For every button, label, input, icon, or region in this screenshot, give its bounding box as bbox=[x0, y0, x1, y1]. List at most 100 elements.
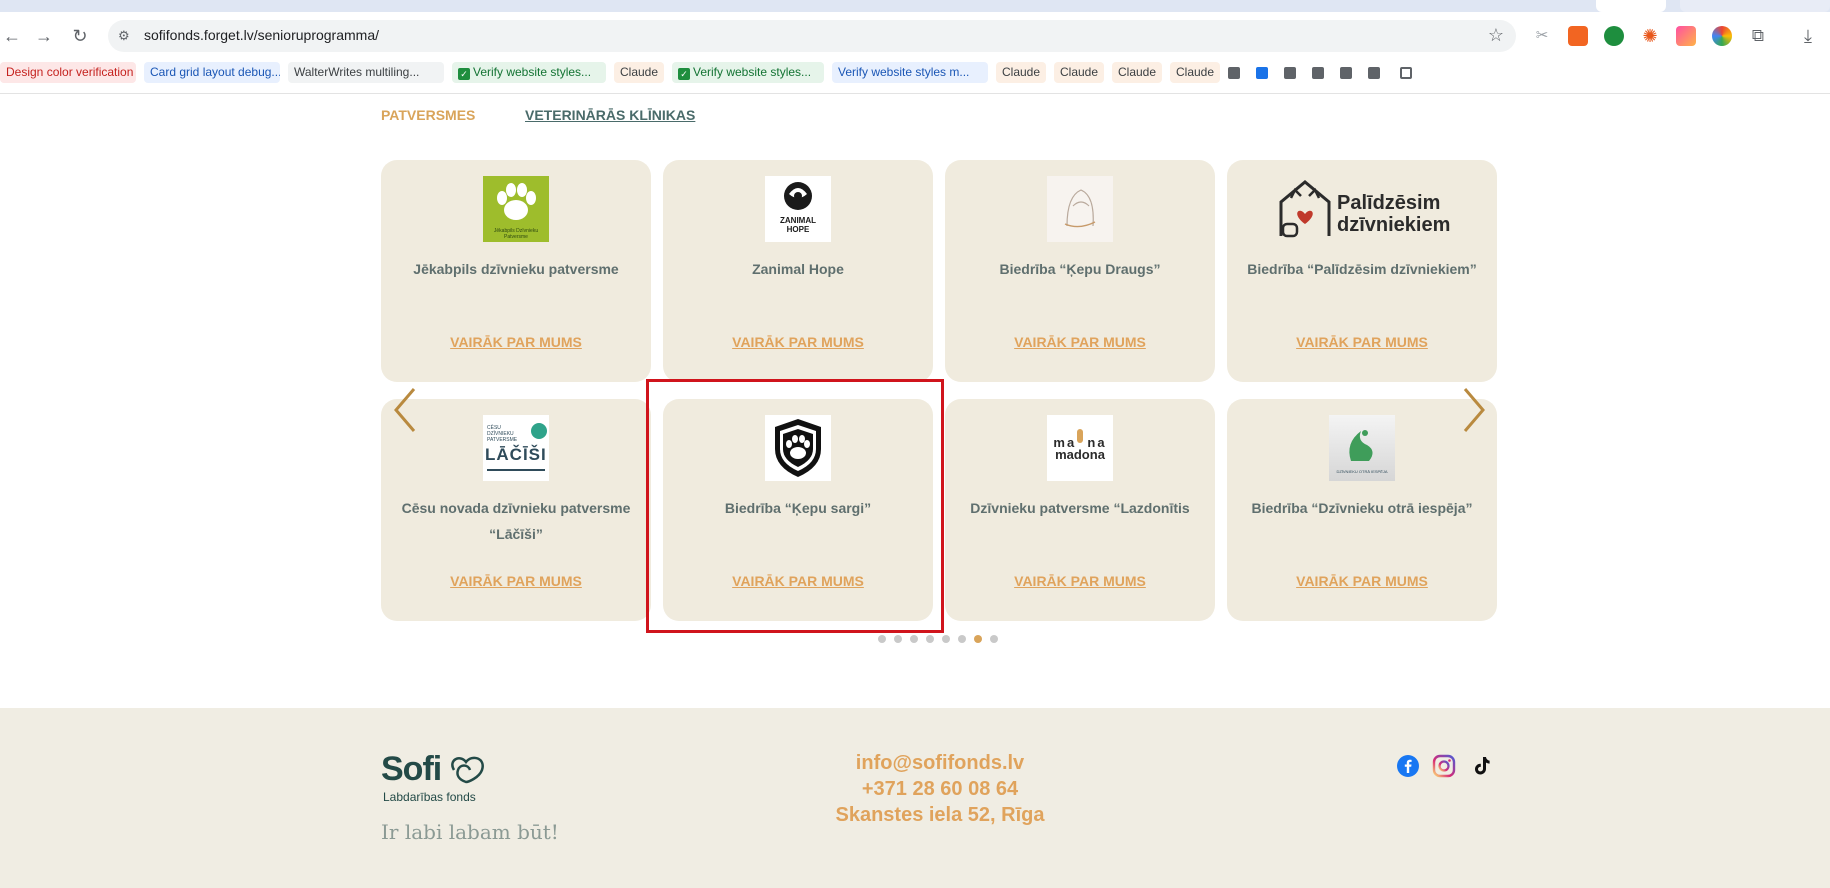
shelter-card: ZANIMAL HOPE Zanimal Hope VAIRĀK PAR MUM… bbox=[663, 160, 933, 382]
lacisi-underline bbox=[487, 469, 545, 471]
bookmark-item[interactable]: Claude bbox=[996, 62, 1046, 83]
facebook-icon[interactable] bbox=[1396, 754, 1420, 778]
apps-grid-icon[interactable] bbox=[1400, 67, 1412, 79]
extension-green-icon[interactable] bbox=[1604, 26, 1624, 46]
bookmark-folder-icon[interactable] bbox=[1368, 67, 1380, 79]
extension-orange-icon[interactable] bbox=[1568, 26, 1588, 46]
shelter-card: Biedrība “Ķepu Draugs” VAIRĀK PAR MUMS bbox=[945, 160, 1215, 382]
browser-chrome: ← → ↻ ⚙ sofifonds.forget.lv/senioruprogr… bbox=[0, 0, 1830, 94]
lacisi-caption: CĒSU DZĪVNIEKU PATVERSME bbox=[487, 425, 518, 443]
more-about-us-link[interactable]: VAIRĀK PAR MUMS bbox=[381, 573, 651, 589]
more-about-us-link[interactable]: VAIRĀK PAR MUMS bbox=[1227, 334, 1497, 350]
bookmark-folder-icon[interactable] bbox=[1340, 67, 1352, 79]
selection-highlight-box bbox=[646, 379, 944, 633]
reload-icon[interactable]: ↻ bbox=[68, 24, 92, 48]
pagination-dot[interactable] bbox=[974, 635, 982, 643]
more-about-us-link[interactable]: VAIRĀK PAR MUMS bbox=[1227, 573, 1497, 589]
pagination-dot[interactable] bbox=[894, 635, 902, 643]
bookmark-item[interactable]: Card grid layout debug... bbox=[144, 62, 280, 83]
bookmark-item[interactable]: ✓ Verify website styles... bbox=[452, 62, 606, 83]
shelter-card: Palīdzēsim dzīvniekiem Biedrība “Palīdzē… bbox=[1227, 160, 1497, 382]
pagination-dot[interactable] bbox=[878, 635, 886, 643]
otra-iespeja-logo: DZĪVNIEKU OTRĀ IESPĒJA bbox=[1329, 415, 1395, 481]
chevron-right-icon[interactable] bbox=[1459, 385, 1489, 435]
bookmark-label: Claude bbox=[1060, 65, 1099, 79]
brand-name: Sofi bbox=[381, 750, 442, 788]
extension-scissors-icon[interactable]: ✂ bbox=[1532, 26, 1552, 46]
pagination-dot[interactable] bbox=[958, 635, 966, 643]
tab-edge bbox=[1680, 0, 1830, 12]
madona-logo: ma na madona bbox=[1047, 415, 1113, 481]
shelter-name: Cēsu novada dzīvnieku patversme “Lāčīši” bbox=[401, 500, 631, 542]
bookmark-item[interactable]: Verify website styles m... bbox=[832, 62, 988, 83]
url-text[interactable]: sofifonds.forget.lv/senioruprogramma/ bbox=[144, 27, 379, 43]
zanimal-hope-logo: ZANIMAL HOPE bbox=[765, 176, 831, 242]
bookmark-folder-icon[interactable] bbox=[1256, 67, 1268, 79]
heart-loop-icon bbox=[450, 756, 484, 784]
checkbox-icon: ✓ bbox=[678, 68, 690, 80]
footer-tagline: Ir labi labam būt! bbox=[381, 820, 559, 844]
bookmark-item[interactable]: Design color verification bbox=[0, 62, 136, 83]
bookmark-label: Design color verification bbox=[6, 65, 134, 79]
bookmark-label: Claude bbox=[620, 65, 659, 79]
bookmark-label: WalterWrites multiling... bbox=[294, 65, 420, 79]
active-tab-edge bbox=[1596, 0, 1666, 12]
lacisi-pin-icon bbox=[531, 423, 547, 439]
bookmark-item[interactable]: Claude bbox=[1112, 62, 1162, 83]
extension-color-picker-icon[interactable] bbox=[1712, 26, 1732, 46]
more-about-us-link[interactable]: VAIRĀK PAR MUMS bbox=[663, 334, 933, 350]
zanimal-word: ZANIMAL bbox=[780, 216, 816, 225]
bookmark-item[interactable]: Claude bbox=[1054, 62, 1104, 83]
bookmark-label: Verify website styles m... bbox=[838, 65, 970, 79]
address-bar[interactable]: ⚙ sofifonds.forget.lv/senioruprogramma/ … bbox=[108, 20, 1516, 52]
bookmark-star-icon[interactable]: ☆ bbox=[1488, 25, 1504, 46]
pagination-dot[interactable] bbox=[990, 635, 998, 643]
address-text: Skanstes iela 52, Rīga bbox=[835, 804, 1045, 826]
shelter-name: Biedrība “Ķepu Draugs” bbox=[999, 261, 1161, 277]
chevron-left-icon[interactable] bbox=[390, 385, 420, 435]
phone-link[interactable]: +371 28 60 08 64 bbox=[760, 776, 1120, 802]
instagram-icon[interactable] bbox=[1432, 754, 1456, 778]
palidzesim-logo: Palīdzēsim dzīvniekiem bbox=[1275, 176, 1455, 242]
site-settings-icon[interactable]: ⚙ bbox=[118, 27, 136, 45]
bookmark-item[interactable]: Claude bbox=[1170, 62, 1220, 83]
back-icon[interactable]: ← bbox=[0, 24, 24, 48]
more-about-us-link[interactable]: VAIRĀK PAR MUMS bbox=[945, 334, 1215, 350]
pagination-dot[interactable] bbox=[910, 635, 918, 643]
pagination-dot[interactable] bbox=[942, 635, 950, 643]
madona-accent bbox=[1077, 429, 1083, 443]
hope-word: HOPE bbox=[786, 225, 810, 234]
extensions-puzzle-icon[interactable]: ⧉ bbox=[1748, 26, 1768, 46]
extension-sun-icon[interactable]: ✺ bbox=[1640, 26, 1660, 46]
brand-subtitle: Labdarības fonds bbox=[383, 790, 476, 804]
tiktok-icon[interactable] bbox=[1470, 754, 1494, 778]
bookmark-item[interactable]: Claude bbox=[614, 62, 664, 83]
sofi-logo[interactable]: Sofi Labdarības fonds bbox=[381, 750, 490, 804]
shelter-name: Biedrība “Dzīvnieku otrā iespēja” bbox=[1251, 500, 1473, 516]
tab-veterinaras-klinikas[interactable]: VETERINĀRĀS KLĪNIKAS bbox=[525, 107, 695, 123]
pagination-dot[interactable] bbox=[926, 635, 934, 643]
more-about-us-link[interactable]: VAIRĀK PAR MUMS bbox=[945, 573, 1215, 589]
forward-icon[interactable]: → bbox=[32, 24, 56, 48]
tab-patversmes[interactable]: PATVERSMES bbox=[381, 107, 475, 123]
extension-gradient-icon[interactable] bbox=[1676, 26, 1696, 46]
more-about-us-link[interactable]: VAIRĀK PAR MUMS bbox=[381, 334, 651, 350]
dzivniekiem-word: dzīvniekiem bbox=[1337, 214, 1451, 236]
bookmark-item[interactable]: WalterWrites multiling... bbox=[288, 62, 444, 83]
lacisi-logo: CĒSU DZĪVNIEKU PATVERSME LĀČĪŠI bbox=[483, 415, 549, 481]
madona-word: madona bbox=[1055, 447, 1105, 462]
email-link[interactable]: info@sofifonds.lv bbox=[760, 750, 1120, 776]
bookmark-folder-icon[interactable] bbox=[1284, 67, 1296, 79]
browser-toolbar: ← → ↻ ⚙ sofifonds.forget.lv/senioruprogr… bbox=[0, 16, 1830, 56]
palidzesim-word: Palīdzēsim bbox=[1337, 192, 1441, 214]
bookmark-folder-icon[interactable] bbox=[1312, 67, 1324, 79]
tab-strip bbox=[0, 0, 1830, 12]
otra-caption: DZĪVNIEKU OTRĀ IESPĒJA bbox=[1336, 469, 1388, 474]
download-icon[interactable]: ⤓ bbox=[1798, 26, 1818, 46]
site-footer: Sofi Labdarības fonds Ir labi labam būt!… bbox=[0, 708, 1830, 888]
bookmark-label: Claude bbox=[1176, 65, 1215, 79]
shelter-card: DZĪVNIEKU OTRĀ IESPĒJA Biedrība “Dzīvnie… bbox=[1227, 399, 1497, 621]
bookmark-item[interactable]: ✓ Verify website styles... bbox=[672, 62, 824, 83]
bookmark-folder-icon[interactable] bbox=[1228, 67, 1240, 79]
bookmark-label: Verify website styles... bbox=[693, 65, 812, 79]
